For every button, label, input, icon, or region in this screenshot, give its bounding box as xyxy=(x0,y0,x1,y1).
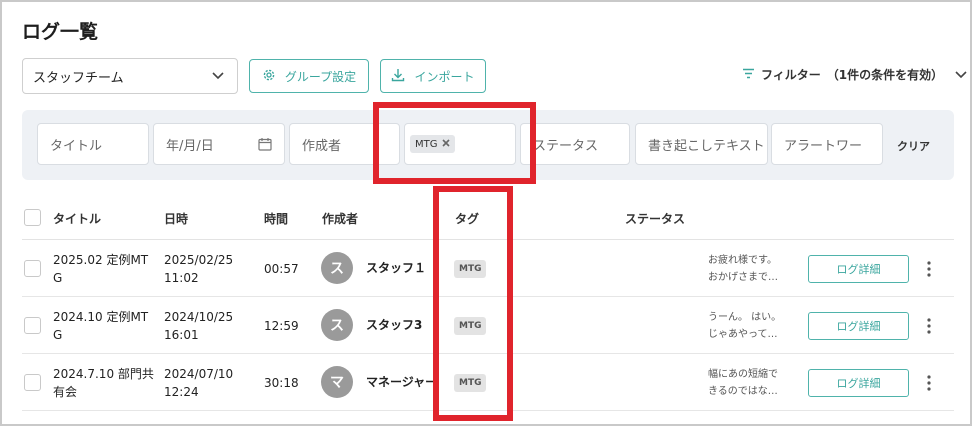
filter-panel: タイトル 年/月/日 作成者 MTG ステータス 書き起こしテキスト アラートワ… xyxy=(22,110,954,180)
header-author: 作成者 xyxy=(322,212,359,226)
chevron-down-icon xyxy=(955,70,967,79)
table-row[interactable]: 2025.02 定例MT G 2025/02/25 11:02 00:57 ス … xyxy=(22,240,954,297)
row-author: スタッフ１ xyxy=(366,261,427,275)
filter-status: （1件の条件を有効） xyxy=(826,68,944,82)
row-duration: 00:57 xyxy=(264,262,299,276)
alert-word-filter-input[interactable]: アラートワー xyxy=(771,123,883,165)
header-status: ステータス xyxy=(625,212,686,226)
row-author: マネージャー xyxy=(366,375,436,389)
row-checkbox[interactable] xyxy=(24,317,41,334)
title-filter-placeholder: タイトル xyxy=(50,138,103,154)
author-filter-placeholder: 作成者 xyxy=(302,138,342,154)
row-datetime: 2024/10/25 16:01 xyxy=(164,310,234,342)
download-icon xyxy=(391,68,405,85)
date-filter-placeholder: 年/月/日 xyxy=(166,138,214,154)
tag-chip-label: MTG xyxy=(415,138,438,150)
row-checkbox[interactable] xyxy=(24,374,41,391)
import-button[interactable]: インポート xyxy=(380,59,486,93)
avatar: ス xyxy=(321,252,353,284)
filter-toggle[interactable]: フィルター （1件の条件を有効） xyxy=(742,66,967,83)
filter-icon xyxy=(742,68,755,82)
table-header: タイトル 日時 時間 作成者 タグ ステータス xyxy=(22,198,954,240)
log-table: タイトル 日時 時間 作成者 タグ ステータス 2025.02 定例MT G 2… xyxy=(22,198,954,411)
header-title: タイトル xyxy=(53,212,102,226)
row-title[interactable]: 2024.7.10 部門共 有会 xyxy=(53,365,154,401)
tag-filter-input[interactable]: MTG xyxy=(404,123,516,165)
header-duration: 時間 xyxy=(264,212,289,226)
row-datetime: 2024/07/10 12:24 xyxy=(164,367,234,399)
row-excerpt: お疲れ様です。 おかげさまで… xyxy=(708,255,778,283)
row-author: スタッフ3 xyxy=(366,318,423,332)
row-title[interactable]: 2025.02 定例MT G xyxy=(53,251,148,287)
table-row[interactable]: 2024.10 定例MT G 2024/10/25 16:01 12:59 ス … xyxy=(22,297,954,354)
date-filter-input[interactable]: 年/月/日 xyxy=(153,123,285,165)
team-select-value: スタッフチーム xyxy=(33,70,124,86)
close-icon[interactable] xyxy=(441,138,450,150)
alert-word-filter-placeholder: アラートワー xyxy=(784,138,863,154)
team-select[interactable]: スタッフチーム xyxy=(22,58,238,94)
calendar-icon[interactable] xyxy=(258,137,272,151)
kebab-menu-icon[interactable] xyxy=(922,258,936,280)
tag-chip[interactable]: MTG xyxy=(410,135,455,153)
row-checkbox[interactable] xyxy=(24,260,41,277)
group-settings-button[interactable]: グループ設定 xyxy=(249,59,369,93)
row-duration: 12:59 xyxy=(264,319,299,333)
row-excerpt: うーん。 はい。 じゃあやって… xyxy=(708,312,782,340)
status-filter-input[interactable]: ステータス xyxy=(520,123,630,165)
page-title: ログ一覧 xyxy=(22,21,99,43)
row-title[interactable]: 2024.10 定例MT G xyxy=(53,308,148,344)
group-settings-label: グループ設定 xyxy=(284,69,357,84)
kebab-menu-icon[interactable] xyxy=(922,372,936,394)
filter-toggle-label: フィルター xyxy=(761,68,821,82)
status-filter-placeholder: ステータス xyxy=(533,138,599,154)
import-label: インポート xyxy=(414,69,475,84)
gear-icon xyxy=(262,68,276,85)
tag-badge: MTG xyxy=(454,317,487,335)
header-tag: タグ xyxy=(455,212,480,226)
title-filter-input[interactable]: タイトル xyxy=(37,123,149,165)
kebab-menu-icon[interactable] xyxy=(922,315,936,337)
select-all-checkbox[interactable] xyxy=(24,209,41,226)
tag-badge: MTG xyxy=(454,374,487,392)
transcript-filter-input[interactable]: 書き起こしテキスト xyxy=(635,123,768,165)
avatar: ス xyxy=(321,309,353,341)
header-datetime: 日時 xyxy=(164,212,189,226)
log-detail-button[interactable]: ログ詳細 xyxy=(808,312,909,340)
log-detail-button[interactable]: ログ詳細 xyxy=(808,255,909,283)
author-filter-input[interactable]: 作成者 xyxy=(289,123,400,165)
row-duration: 30:18 xyxy=(264,376,299,390)
chevron-down-icon xyxy=(211,69,225,83)
transcript-filter-placeholder: 書き起こしテキスト xyxy=(648,138,765,154)
row-datetime: 2025/02/25 11:02 xyxy=(164,253,234,285)
row-excerpt: 幅にあの短縮で きるのではな… xyxy=(708,369,778,397)
log-detail-button[interactable]: ログ詳細 xyxy=(808,369,909,397)
tag-badge: MTG xyxy=(454,260,487,278)
clear-filters-button[interactable]: クリア xyxy=(897,138,930,154)
table-row[interactable]: 2024.7.10 部門共 有会 2024/07/10 12:24 30:18 … xyxy=(22,354,954,411)
avatar: マ xyxy=(321,366,353,398)
